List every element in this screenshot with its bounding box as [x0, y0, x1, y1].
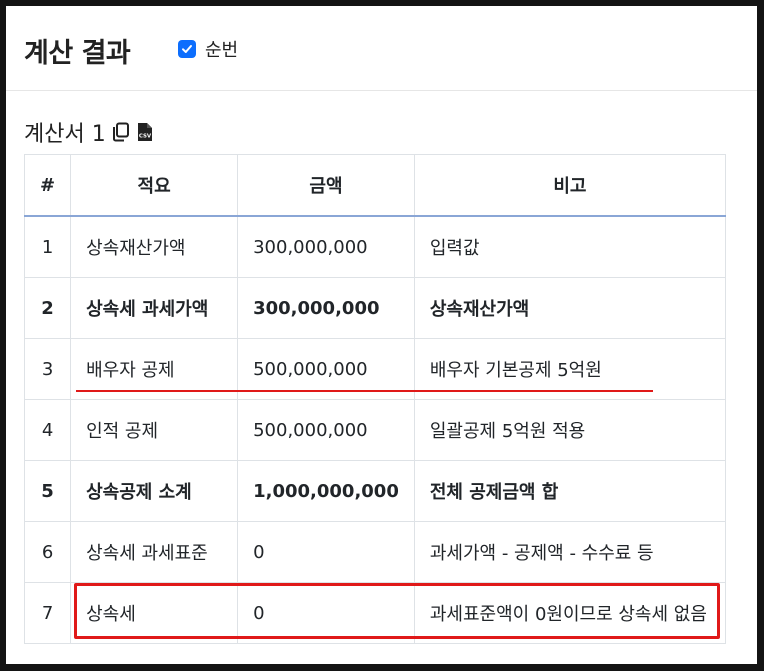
cell-amount: 0 — [237, 521, 415, 583]
cell-item: 상속재산가액 — [70, 215, 239, 278]
svg-text:CSV: CSV — [139, 134, 152, 140]
page-title: 계산 결과 — [24, 38, 131, 69]
annotation-highlight-box — [74, 583, 720, 639]
annotation-underline — [76, 390, 653, 392]
section-title: 계산서 1 CSV — [24, 116, 154, 148]
cell-item: 상속공제 소계 — [70, 460, 239, 522]
cell-amount: 500,000,000 — [237, 399, 415, 461]
copy-icon[interactable] — [112, 122, 130, 142]
cell-note: 입력값 — [413, 215, 727, 278]
sequence-checkbox[interactable] — [178, 40, 196, 58]
checkmark-icon — [182, 45, 192, 53]
table-row: 6 상속세 과세표준 0 과세가액 - 공제액 - 수수료 등 — [23, 521, 727, 583]
cell-item: 인적 공제 — [70, 399, 239, 461]
cell-item: 상속세 과세표준 — [70, 521, 239, 583]
cell-index: 5 — [23, 460, 72, 522]
column-header-amount: 금액 — [237, 154, 415, 217]
cell-index: 1 — [23, 215, 72, 278]
table-row: 4 인적 공제 500,000,000 일괄공제 5억원 적용 — [23, 399, 727, 461]
statement-title: 계산서 1 — [24, 122, 106, 147]
column-header-note: 비고 — [413, 154, 727, 217]
cell-item: 상속세 과세가액 — [70, 277, 239, 339]
cell-amount: 1,000,000,000 — [237, 460, 415, 522]
cell-index: 7 — [23, 582, 72, 644]
cell-note: 일괄공제 5억원 적용 — [413, 399, 727, 461]
panel-header: 계산 결과 순번 — [6, 6, 757, 91]
table-row: 1 상속재산가액 300,000,000 입력값 — [23, 215, 727, 278]
cell-note: 전체 공제금액 합 — [413, 460, 727, 522]
result-panel: 계산 결과 순번 계산서 1 CSV # 적요 금액 비고 1 상속재산가액 3… — [6, 6, 757, 664]
sequence-checkbox-toggle[interactable]: 순번 — [178, 36, 238, 62]
calculation-table: # 적요 금액 비고 1 상속재산가액 300,000,000 입력값 2 상속세 과세가… — [23, 154, 727, 644]
column-header-item: 적요 — [70, 154, 239, 217]
column-header-index: # — [23, 154, 72, 217]
cell-amount: 300,000,000 — [237, 277, 415, 339]
cell-amount: 300,000,000 — [237, 215, 415, 278]
table-header-row: # 적요 금액 비고 — [23, 154, 727, 217]
cell-index: 6 — [23, 521, 72, 583]
cell-index: 4 — [23, 399, 72, 461]
csv-file-icon[interactable]: CSV — [136, 122, 154, 142]
table-row: 5 상속공제 소계 1,000,000,000 전체 공제금액 합 — [23, 460, 727, 522]
cell-note: 과세가액 - 공제액 - 수수료 등 — [413, 521, 727, 583]
sequence-checkbox-label: 순번 — [205, 40, 239, 61]
cell-note: 상속재산가액 — [413, 277, 727, 339]
table-body: 1 상속재산가액 300,000,000 입력값 2 상속세 과세가액 300,000,00… — [23, 215, 727, 644]
cell-index: 2 — [23, 277, 72, 339]
cell-index: 3 — [23, 338, 72, 400]
table-row: 2 상속세 과세가액 300,000,000 상속재산가액 — [23, 277, 727, 339]
